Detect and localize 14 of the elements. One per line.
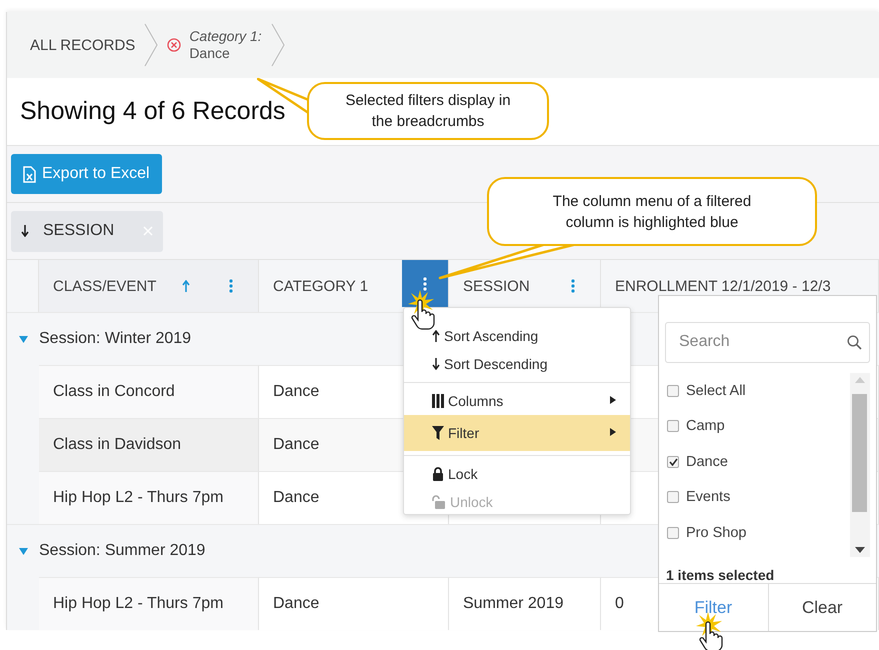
group-label: SESSION [43, 222, 114, 240]
group-row-label: Session: Summer 2019 [39, 542, 206, 560]
table-cell: Dance [259, 577, 449, 630]
page-title: Showing 4 of 6 Records [20, 97, 286, 126]
breadcrumb-filter-label: Category 1: [189, 28, 262, 45]
callout-text: Selected filters display in the breadcrumbs [344, 91, 512, 132]
table-cell: Summer 2019 [449, 577, 601, 630]
group-row-label: Session: Winter 2019 [39, 330, 192, 348]
callout-text: The column menu of a filtered column is highlighted blue [552, 192, 752, 232]
table-cell: Hip Hop L2 - Thurs 7pm [39, 471, 259, 524]
table-cell: Class in Davidson [39, 418, 259, 471]
table-cell: Hip Hop L2 - Thurs 7pm [39, 577, 259, 630]
breadcrumb-filter-value: Dance [189, 45, 231, 62]
table-cell: Class in Concord [39, 365, 259, 418]
